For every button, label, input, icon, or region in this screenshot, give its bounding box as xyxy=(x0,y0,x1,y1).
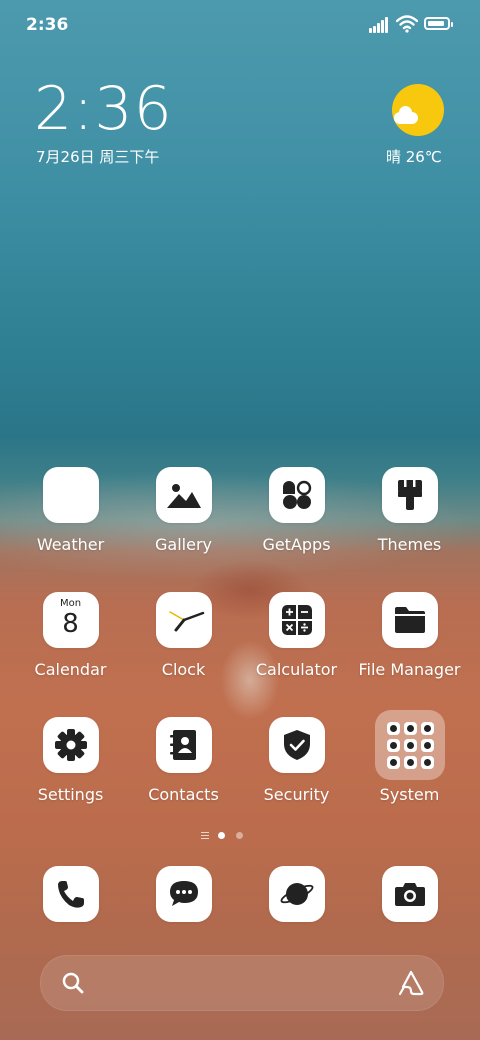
clock-hands-icon xyxy=(168,611,204,632)
menu-lines-icon[interactable] xyxy=(201,832,209,839)
search-input[interactable] xyxy=(101,968,365,1000)
contacts-app-icon xyxy=(155,717,212,773)
phone-app-icon xyxy=(42,866,99,922)
folder-mini-app-icon xyxy=(403,756,417,769)
dock-browser[interactable] xyxy=(240,866,353,922)
messaging-app-icon xyxy=(155,866,212,922)
clock-widget-time[interactable]: 2:36 xyxy=(34,76,173,142)
assistant-icon[interactable] xyxy=(397,969,425,997)
app-calculator[interactable]: Calculator xyxy=(240,592,353,679)
page-dot[interactable] xyxy=(236,832,243,839)
brush-icon xyxy=(397,480,422,510)
status-time: 2:36 xyxy=(26,15,69,35)
app-contacts[interactable]: Contacts xyxy=(127,717,240,804)
folder-mini-app-icon xyxy=(386,722,400,735)
contacts-book-icon xyxy=(169,730,196,760)
themes-app-icon xyxy=(381,467,438,523)
calendar-app-icon: Mon 8 xyxy=(42,592,99,648)
folder-mini-app-icon xyxy=(386,756,400,769)
app-label: GetApps xyxy=(262,535,331,554)
page-indicator xyxy=(0,830,480,842)
search-bar[interactable] xyxy=(40,955,444,1011)
dock-phone[interactable] xyxy=(14,866,127,922)
folder-mini-app-icon xyxy=(403,722,417,735)
folder-mini-app-icon xyxy=(403,739,417,752)
app-label: Settings xyxy=(37,785,104,804)
camera-app-icon xyxy=(381,866,438,922)
app-label: System xyxy=(379,785,440,804)
app-calendar[interactable]: Mon 8 Calendar xyxy=(14,592,127,679)
phone-icon xyxy=(57,881,84,908)
folder-icon xyxy=(394,607,425,633)
folder-mini-app-icon xyxy=(420,722,434,735)
app-file-manager[interactable]: File Manager xyxy=(353,592,466,679)
status-bar: 2:36 xyxy=(0,0,480,50)
system-folder-icon xyxy=(374,710,445,780)
clock-app-icon xyxy=(155,592,212,648)
app-label: Clock xyxy=(161,660,206,679)
app-label: Calculator xyxy=(255,660,338,679)
signal-icon xyxy=(369,17,391,33)
folder-system[interactable]: System xyxy=(353,710,466,804)
battery-icon xyxy=(424,17,453,30)
battery-fill xyxy=(428,21,444,26)
wifi-icon xyxy=(396,15,418,33)
gear-icon xyxy=(54,729,87,761)
browser-icon xyxy=(280,883,313,905)
gallery-app-icon xyxy=(155,467,212,523)
app-label: Themes xyxy=(377,535,442,554)
browser-app-icon xyxy=(268,866,325,922)
weather-condition-temp[interactable]: 晴 26℃ xyxy=(386,146,442,167)
app-getapps[interactable]: GetApps xyxy=(240,467,353,554)
gallery-icon xyxy=(166,484,201,508)
page-dot[interactable] xyxy=(218,832,225,839)
folder-mini-app-icon xyxy=(420,756,434,769)
settings-app-icon xyxy=(42,717,99,773)
calculator-icon xyxy=(281,605,312,635)
getapps-app-icon xyxy=(268,467,325,523)
app-label: Security xyxy=(263,785,330,804)
calendar-icon-date: 8 xyxy=(62,609,79,639)
app-label: Calendar xyxy=(34,660,107,679)
app-label: Weather xyxy=(36,535,105,554)
cloud-icon xyxy=(394,106,418,124)
app-label: Gallery xyxy=(155,535,212,554)
app-settings[interactable]: Settings xyxy=(14,717,127,804)
getapps-icon xyxy=(282,480,311,509)
app-label: File Manager xyxy=(358,660,461,679)
app-label: Contacts xyxy=(148,785,219,804)
app-security[interactable]: Security xyxy=(240,717,353,804)
dock-messaging[interactable] xyxy=(127,866,240,922)
search-icon[interactable] xyxy=(61,971,85,995)
folder-mini-app-icon xyxy=(386,739,400,752)
camera-icon xyxy=(394,883,425,906)
file-manager-app-icon xyxy=(381,592,438,648)
app-clock[interactable]: Clock xyxy=(127,592,240,679)
app-weather[interactable]: Weather xyxy=(14,467,127,554)
calculator-app-icon xyxy=(268,592,325,648)
app-themes[interactable]: Themes xyxy=(353,467,466,554)
shield-icon xyxy=(283,730,310,760)
security-app-icon xyxy=(268,717,325,773)
app-gallery[interactable]: Gallery xyxy=(127,467,240,554)
weather-app-icon xyxy=(42,467,99,523)
clock-widget-date[interactable]: 7月26日 周三下午 xyxy=(36,146,159,167)
messaging-icon xyxy=(169,881,198,906)
folder-mini-app-icon xyxy=(420,739,434,752)
dock-camera[interactable] xyxy=(353,866,466,922)
